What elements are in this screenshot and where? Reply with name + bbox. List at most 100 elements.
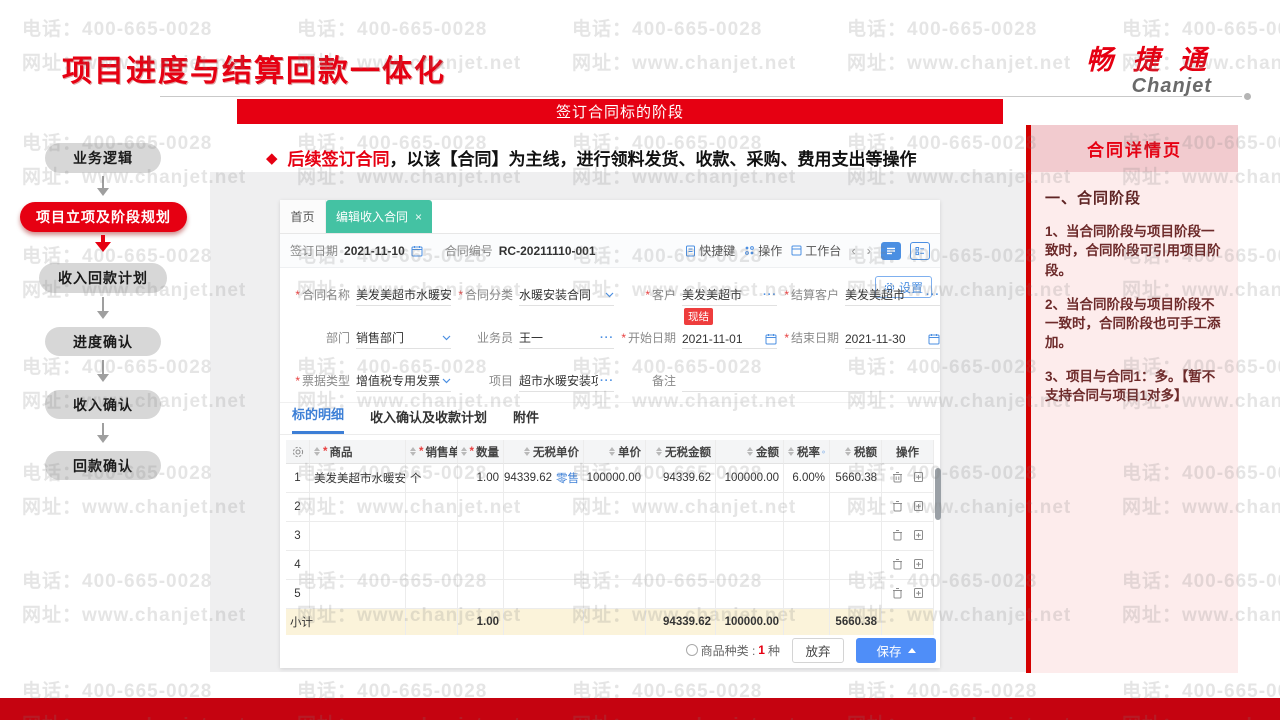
flow-node-business-logic[interactable]: 业务逻辑 (45, 143, 161, 173)
cell-tax-rate[interactable]: 6.00% (784, 464, 830, 493)
toolbar-right: 快捷键 操作 工作台 ‹ › (685, 241, 930, 260)
field-contract-category: * 合同分类 水暖安装合同 (451, 282, 614, 306)
invoice-type-select[interactable]: 增值税专用发票 (356, 372, 451, 392)
calendar-icon[interactable] (411, 245, 423, 257)
cell-net-amount[interactable]: 94339.62 (646, 464, 716, 493)
field-remark: 备注 (614, 368, 940, 392)
header-amount[interactable]: 金额 (716, 440, 784, 464)
prev-arrow[interactable]: ‹ (850, 243, 856, 258)
cell-quantity[interactable]: 1.00 (458, 464, 504, 493)
customer-input[interactable]: 美发美超市 ··· (682, 286, 777, 306)
cell-price[interactable]: 100000.00 (584, 464, 646, 493)
calendar-icon[interactable] (765, 333, 777, 345)
watermark-phone: 电话：400-665-0028 (22, 357, 213, 378)
required-mark: * (784, 288, 789, 302)
cell-product[interactable]: 美发美超市水暖安装 (310, 464, 406, 493)
flow-node-income-plan[interactable]: 收入回款计划 (39, 263, 167, 293)
start-date-input[interactable]: 2021-11-01 (682, 332, 777, 349)
tab-home[interactable]: 首页 (280, 200, 326, 233)
app-footer: 商品种类 : 1 种 放弃 保存 (280, 636, 940, 668)
more-icon[interactable]: ··· (926, 289, 940, 301)
chanjet-logo: 畅 捷 通 Chanjet (1086, 38, 1212, 98)
vertical-scrollbar[interactable] (935, 468, 941, 520)
cancel-button[interactable]: 放弃 (792, 637, 844, 663)
flow-node-progress-confirm[interactable]: 进度确认 (45, 327, 161, 356)
column-settings-gear-icon[interactable] (286, 440, 310, 464)
header-product[interactable]: * 商品 (310, 440, 406, 464)
chevron-down-icon[interactable] (442, 378, 451, 384)
header-tax-rate[interactable]: 税率 (784, 440, 830, 464)
app-window: 首页 编辑收入合同 × 签订日期 2021-11-10 合同编号 RC-2021… (280, 200, 941, 668)
caret-up-icon (907, 644, 916, 653)
header-operation: 操作 (882, 440, 934, 464)
field-department: 部门 销售部门 (288, 325, 451, 349)
contract-category-select[interactable]: 水暖安装合同 (519, 286, 614, 306)
delete-row-icon[interactable] (892, 529, 903, 544)
department-select[interactable]: 销售部门 (356, 329, 451, 349)
chevron-down-icon[interactable] (442, 335, 451, 341)
field-start-date: * 开始日期 2021-11-01 (614, 325, 777, 349)
end-date-input[interactable]: 2021-11-30 (845, 332, 940, 349)
contract-name-input[interactable]: 美发美超市水暖安装合同 (356, 286, 451, 306)
next-arrow[interactable]: › (866, 243, 872, 258)
shortcut-keys-button[interactable]: 快捷键 (685, 242, 735, 259)
required-mark: * (784, 331, 789, 345)
more-icon[interactable]: ··· (763, 289, 777, 301)
more-icon[interactable]: ··· (600, 332, 614, 344)
bottom-red-bar (0, 698, 1280, 720)
note-item: 1、当合同阶段与项目阶段一致时，合同阶段可引用项目阶段。 (1045, 224, 1221, 278)
more-icon[interactable]: ··· (600, 375, 614, 387)
delete-row-icon[interactable] (892, 471, 903, 486)
tab-attachment[interactable]: 附件 (513, 407, 539, 434)
operations-button[interactable]: 操作 (744, 242, 782, 259)
retail-price-link[interactable]: 零售 (556, 470, 579, 486)
required-mark: * (645, 288, 650, 302)
copy-row-icon[interactable] (913, 558, 924, 573)
copy-row-icon[interactable] (913, 500, 924, 515)
list-view-toggle[interactable] (881, 241, 901, 260)
copy-row-icon[interactable] (913, 587, 924, 602)
header-quantity[interactable]: * 数量 (458, 440, 504, 464)
delete-row-icon[interactable] (892, 558, 903, 573)
detail-tabs: 标的明细 收入确认及收款计划 附件 (280, 403, 940, 435)
cell-tax[interactable]: 5660.38 (830, 464, 882, 493)
tab-income-plan[interactable]: 收入确认及收款计划 (370, 407, 487, 434)
cell-unit[interactable]: 个 (406, 464, 458, 493)
tab-edit-contract[interactable]: 编辑收入合同 × (326, 200, 433, 233)
tax-edit-icon (822, 450, 825, 453)
field-customer: * 客户 美发美超市 ··· 现结 (645, 286, 777, 325)
cell-net-price[interactable]: 94339.62 零售 (504, 464, 584, 493)
tab-close-icon[interactable]: × (415, 210, 422, 224)
project-input[interactable]: 超市水暖安装项目··· (519, 372, 614, 392)
flow-node-income-confirm[interactable]: 收入确认 (45, 390, 161, 419)
delete-row-icon[interactable] (892, 587, 903, 602)
header-sales-unit[interactable]: *销售单位 (406, 440, 458, 464)
save-button[interactable]: 保存 (856, 637, 936, 663)
card-view-toggle[interactable] (910, 241, 930, 260)
workbench-button[interactable]: 工作台 (791, 242, 841, 259)
copy-row-icon[interactable] (913, 529, 924, 544)
note-item: 3、项目与合同1：多。【暂不支持合同与项目1对多】 (1045, 369, 1216, 404)
header-net-price[interactable]: 无税单价 (504, 440, 584, 464)
sign-date-label: 签订日期 (290, 244, 339, 258)
salesperson-input[interactable]: 王一 ··· (519, 329, 614, 349)
header-tax[interactable]: 税额 (830, 440, 882, 464)
flow-node-payment-confirm[interactable]: 回款确认 (45, 451, 161, 480)
flow-node-project-setup[interactable]: 项目立项及阶段规划 (20, 202, 187, 232)
header-price[interactable]: 单价 (584, 440, 646, 464)
tab-subject-detail[interactable]: 标的明细 (292, 404, 345, 434)
table-header-row: *商品 *销售单位 *数量 无税单价 单价 无税金额 金额 税率 税额 操作 (286, 440, 934, 464)
header-net-amount[interactable]: 无税金额 (646, 440, 716, 464)
calendar-icon[interactable] (928, 333, 940, 345)
delete-row-icon[interactable] (892, 500, 903, 515)
line-items-table: *商品 *销售单位 *数量 无税单价 单价 无税金额 金额 税率 税额 操作 1… (286, 440, 941, 635)
settlement-customer-input[interactable]: 美发美超市 ··· (845, 286, 940, 306)
remark-input[interactable] (682, 389, 940, 392)
notes-panel-header: 合同详情页 (1031, 125, 1238, 172)
row-index: 1 (286, 464, 310, 493)
app-tabstrip: 首页 编辑收入合同 × (280, 200, 940, 234)
watermark-phone: 电话：400-665-0028 (22, 571, 213, 592)
cell-amount[interactable]: 100000.00 (716, 464, 784, 493)
chevron-down-icon[interactable] (605, 292, 614, 298)
copy-row-icon[interactable] (913, 471, 924, 486)
